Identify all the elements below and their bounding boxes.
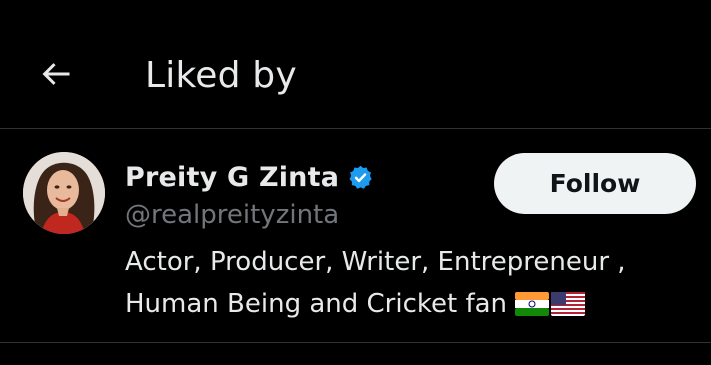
back-button[interactable]: [30, 50, 82, 98]
display-name[interactable]: Preity G Zinta: [125, 162, 339, 193]
user-list-item[interactable]: Preity G Zinta @realpreityzinta Actor, P…: [0, 129, 711, 342]
user-handle[interactable]: @realpreityzinta: [125, 198, 339, 232]
verified-badge-icon[interactable]: [347, 164, 374, 191]
usa-flag-icon: [551, 292, 586, 316]
follow-button[interactable]: Follow: [494, 153, 696, 214]
divider: [0, 342, 711, 343]
arrow-left-icon: [42, 63, 70, 85]
name-line: Preity G Zinta: [125, 159, 374, 195]
bio-flags: [515, 292, 586, 316]
liked-by-screen: Liked by Preity G Zinta @realpreityzinta…: [0, 0, 711, 365]
india-flag-icon: [515, 292, 550, 316]
page-title: Liked by: [145, 55, 297, 96]
header: Liked by: [0, 0, 711, 128]
avatar-image: [23, 152, 105, 234]
user-bio: Actor, Producer, Writer, Entrepreneur , …: [125, 241, 685, 325]
avatar[interactable]: [23, 152, 105, 234]
